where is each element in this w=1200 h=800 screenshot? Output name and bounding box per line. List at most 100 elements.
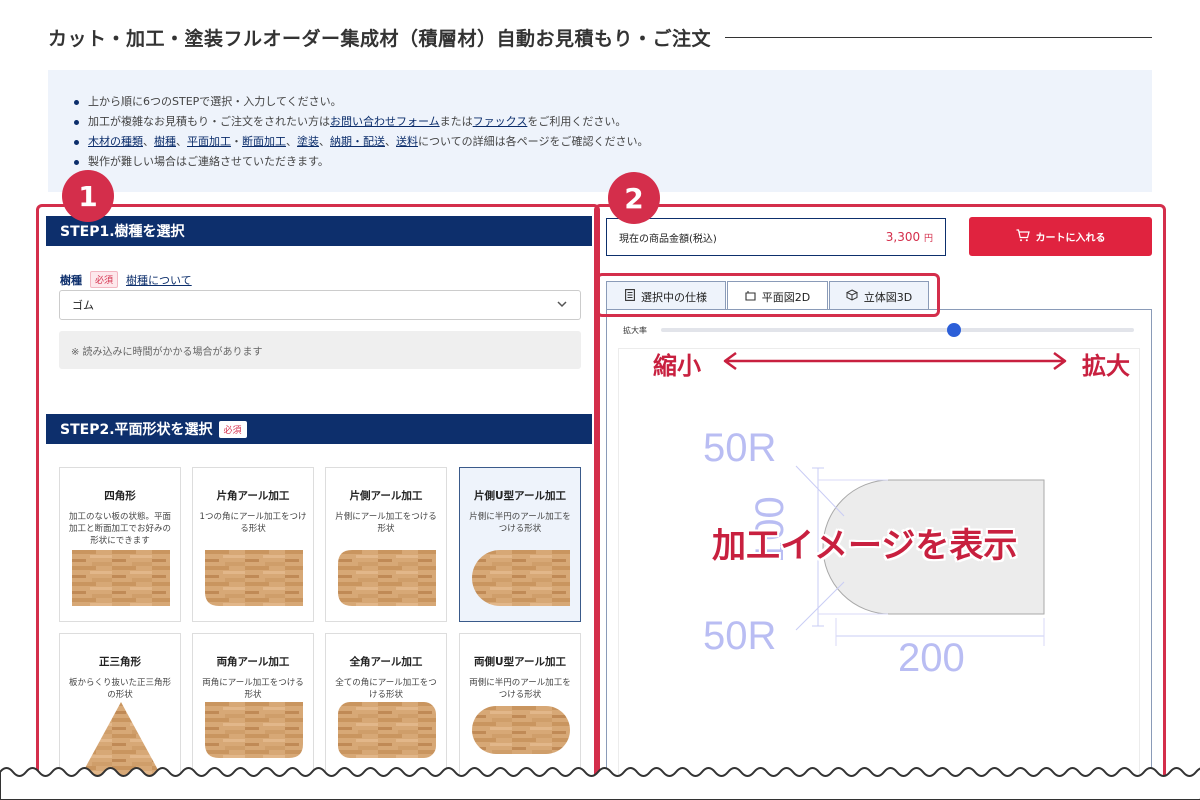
shape-preview-one-side [338,550,436,606]
instruction-text: についての詳細は各ページをご確認ください。 [418,135,649,148]
fax-link[interactable]: ファックス [473,115,528,128]
shape-preview-all-corner [338,702,436,758]
dimension-radius-bottom: 50R [703,614,777,658]
species-field-label: 樹種 必須 樹種について [60,271,192,288]
shape-name: 全角アール加工 [349,656,423,668]
tab-plan-2d[interactable]: 平面図2D [727,281,828,311]
instruction-text: または [439,115,473,128]
tab-spec[interactable]: 選択中の仕様 [606,281,726,311]
shape-description: 両角にアール加工をつける形状 [202,678,304,700]
shape-name: 片側アール加工 [349,490,423,502]
zoom-label: 拡大率 [623,326,647,335]
step1-header: STEP1.樹種を選択 [46,216,592,246]
zoom-enlarge-annotation: 拡大 [1082,352,1130,380]
shape-card-one-corner-round[interactable]: 片角アール加工 1つの角にアール加工をつける形状 [192,467,314,622]
dimension-width: 200 [898,636,965,680]
tab-label: 平面図2D [761,290,811,304]
step2-title: STEP2.平面形状を選択 [60,422,213,438]
separator: ・ [231,135,242,148]
separator: 、 [176,135,187,148]
shape-name: 片側U型アール加工 [474,490,566,502]
shape-description: 全ての角にアール加工をつける形状 [335,678,437,700]
separator: 、 [143,135,154,148]
tab-label: 立体図3D [863,290,913,304]
contact-form-link[interactable]: お問い合わせフォーム [330,115,440,128]
shape-description: 片側にアール加工をつける形状 [335,512,437,534]
required-badge: 必須 [90,271,119,288]
instruction-list: 上から順に6つのSTEPで選択・入力してください。 加工が複雑なお見積もり・ご注… [74,92,1152,172]
shape-name: 四角形 [104,490,136,502]
shape-preview-square [72,550,170,606]
shape-name: 正三角形 [99,656,141,668]
price-unit: 円 [923,234,933,244]
instruction-item: 上から順に6つのSTEPで選択・入力してください。 [74,92,1152,112]
shape-card-one-side-round[interactable]: 片側アール加工 片側にアール加工をつける形状 [325,467,447,622]
zoom-slider-track[interactable] [661,328,1134,332]
instruction-notice: 上から順に6つのSTEPで選択・入力してください。 加工が複雑なお見積もり・ご注… [48,70,1152,192]
instruction-item: 木材の種類、樹種、平面加工・断面加工、塗装、納期・配送、送料についての詳細は各ペ… [74,132,1152,152]
step2-header: STEP2.平面形状を選択 必須 [46,414,592,444]
section-processing-link[interactable]: 断面加工 [242,135,286,148]
shape-preview-two-side-u [472,706,570,754]
instruction-text: 製作が難しい場合はご連絡させていただきます。 [88,155,329,168]
plane-processing-link[interactable]: 平面加工 [187,135,231,148]
shape-preview-one-corner [205,550,303,606]
wood-types-link[interactable]: 木材の種類 [88,135,143,148]
add-to-cart-button[interactable]: カートに入れる [969,217,1152,256]
chevron-down-icon [556,298,568,313]
price-amount: 3,300 円 [886,230,933,244]
cart-button-label: カートに入れる [1035,233,1106,244]
separator: 、 [385,135,396,148]
shape-description: 1つの角にアール加工をつける形状 [199,512,307,534]
annotation-badge-2: 2 [608,172,660,224]
delivery-link[interactable]: 納期・配送 [330,135,385,148]
instruction-text: をご利用ください。 [527,115,627,128]
tab-3d[interactable]: 立体図3D [829,281,929,311]
shape-description: 加工のない板の状態。平面加工と断面加工でお好みの形状にできます [68,512,171,546]
painting-link[interactable]: 塗装 [297,135,319,148]
price-display: 現在の商品金額(税込) 3,300 円 [606,218,946,256]
species-info-link[interactable]: 樹種について [126,272,192,288]
separator: 、 [286,135,297,148]
species-label: 樹種 [60,273,82,287]
shape-preview-one-side-u [472,550,570,606]
shape-preview-two-corner [205,702,303,758]
tree-species-link[interactable]: 樹種 [154,135,176,148]
shipping-fee-link[interactable]: 送料 [396,135,418,148]
price-label: 現在の商品金額(税込) [619,233,717,245]
instruction-item: 加工が複雑なお見積もり・ご注文をされたい方はお問い合わせフォームまたはファックス… [74,112,1152,132]
instruction-text: 加工が複雑なお見積もり・ご注文をされたい方は [88,115,330,128]
shape-description: 板からくり抜いた正三角形の形状 [68,678,171,700]
species-selected-value: ゴム [72,299,94,312]
torn-edge-divider [0,767,1200,800]
cart-icon [1016,228,1030,245]
shape-name: 両側U型アール加工 [474,656,566,668]
loading-note-text: ※ 読み込みに時間がかかる場合があります [71,346,263,358]
shape-card-square[interactable]: 四角形 加工のない板の状態。平面加工と断面加工でお好みの形状にできます [59,467,181,622]
page-header: カット・加工・塗装フルオーダー集成材（積層材）自動お見積もり・ご注文 [48,22,1152,52]
loading-note: ※ 読み込みに時間がかかる場合があります [59,331,581,369]
plan-2d-icon [745,290,756,304]
species-select[interactable]: ゴム [59,290,581,320]
preview-caption-annotation: 加工イメージを表示 [712,526,1018,566]
required-badge: 必須 [218,420,247,438]
document-icon [625,289,635,304]
cube-icon [845,289,858,304]
shape-name: 両角アール加工 [216,656,290,668]
separator: 、 [319,135,330,148]
instruction-item: 製作が難しい場合はご連絡させていただきます。 [74,152,1152,172]
dimension-radius-top: 50R [703,426,777,470]
annotation-badge-1: 1 [62,170,114,222]
instruction-text: 上から順に6つのSTEPで選択・入力してください。 [88,95,342,108]
shape-card-one-side-u[interactable]: 片側U型アール加工 片側に半円のアール加工をつける形状 [459,467,581,622]
zoom-shrink-annotation: 縮小 [653,352,701,380]
step1-title: STEP1.樹種を選択 [60,224,185,240]
price-value: 3,300 [885,230,921,244]
page-title: カット・加工・塗装フルオーダー集成材（積層材）自動お見積もり・ご注文 [48,27,712,50]
tab-label: 選択中の仕様 [641,290,707,304]
shape-name: 片角アール加工 [216,490,290,502]
shape-description: 両側に半円のアール加工をつける形状 [469,678,571,700]
shape-description: 片側に半円のアール加工をつける形状 [469,512,571,534]
title-rule [725,36,1152,38]
double-arrow-icon [723,351,1067,371]
